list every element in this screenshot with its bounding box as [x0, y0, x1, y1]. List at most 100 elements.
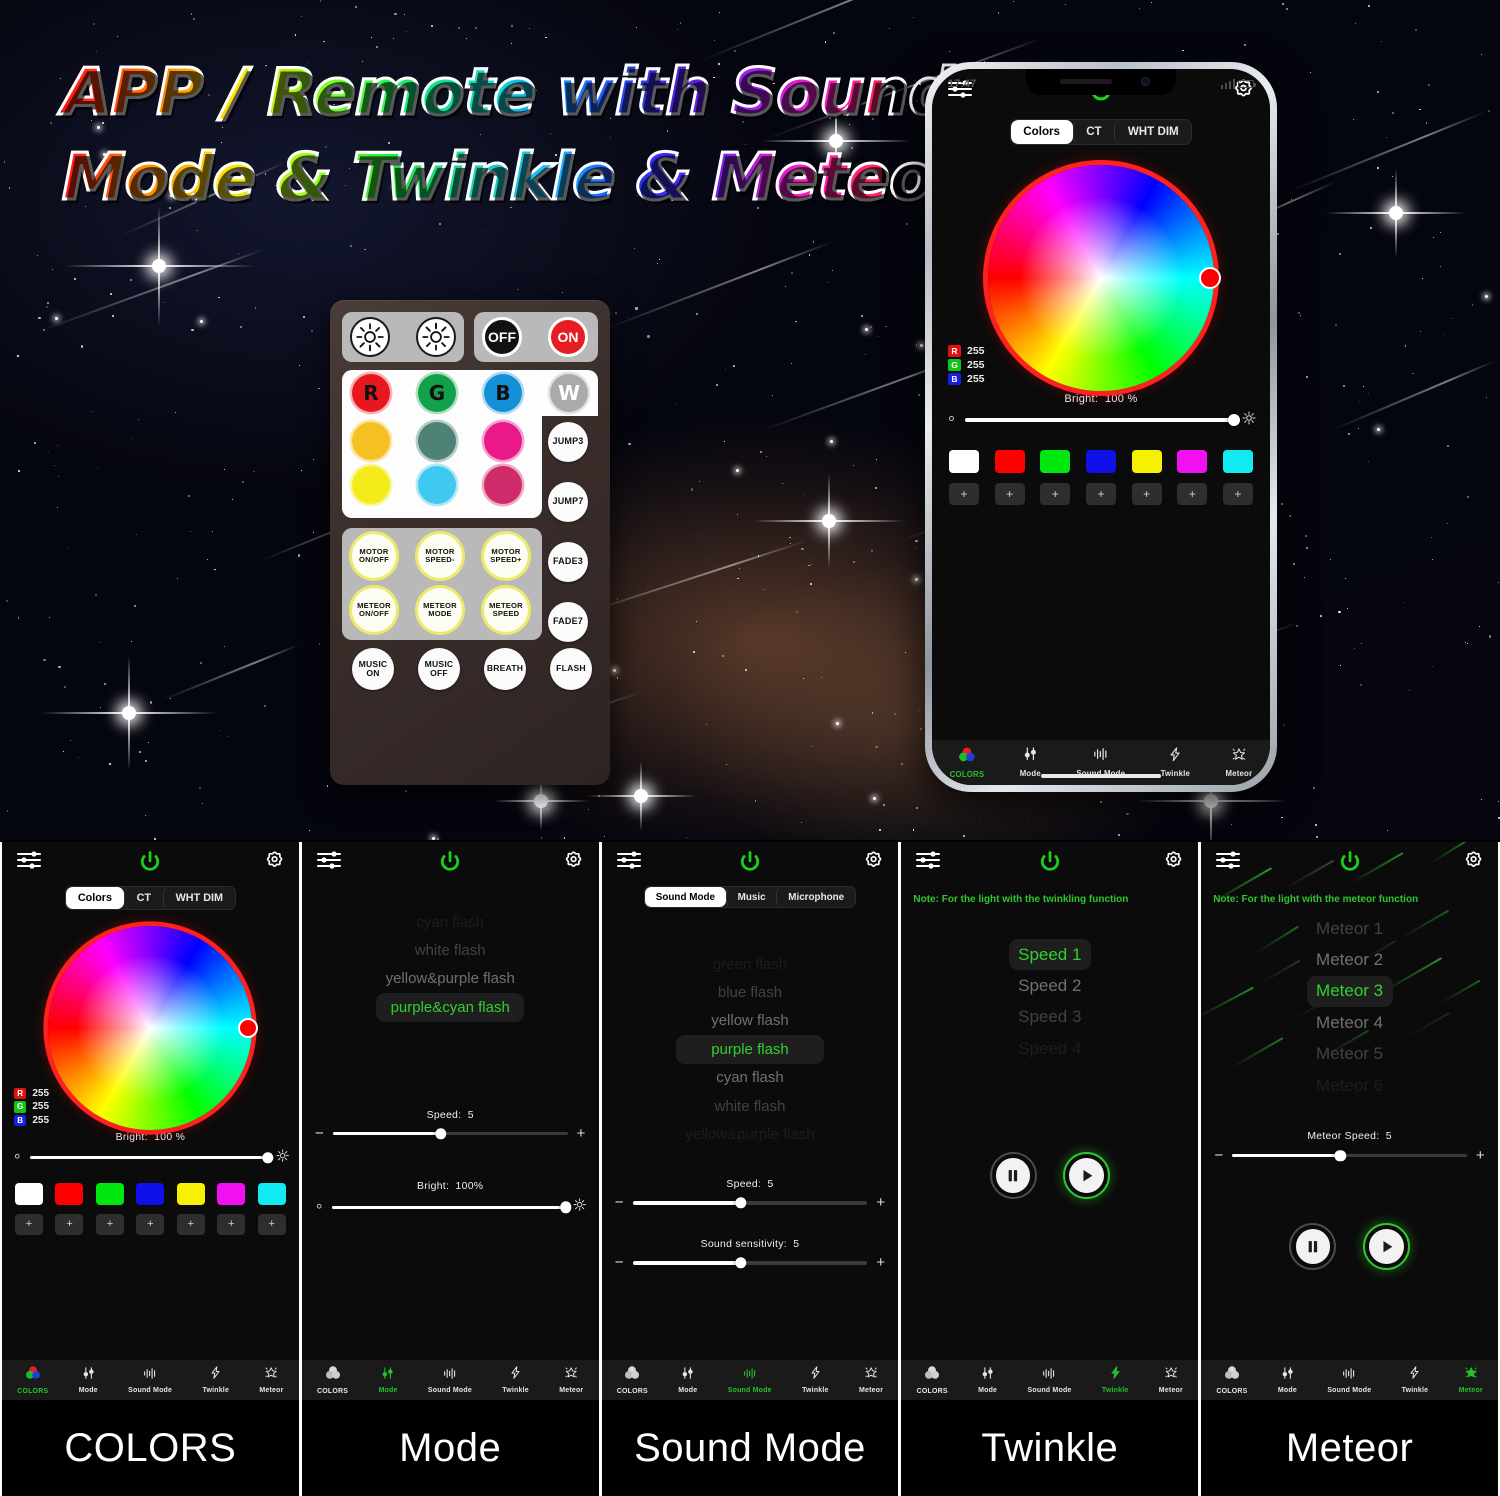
- add-color-button-0[interactable]: +: [15, 1214, 43, 1235]
- mode-item-2[interactable]: Speed 3: [1009, 1002, 1091, 1033]
- gear-icon[interactable]: [264, 849, 285, 875]
- mode-item-3[interactable]: Speed 4: [1009, 1033, 1091, 1064]
- mode-item-1[interactable]: blue flash: [708, 978, 791, 1006]
- side-button-fade7[interactable]: FADE7: [548, 602, 588, 642]
- nav-item-twinkle[interactable]: Twinkle: [1102, 1366, 1129, 1394]
- nav-item-mode[interactable]: Mode: [678, 1366, 697, 1394]
- nav-item-meteor[interactable]: Meteor: [1459, 1366, 1483, 1394]
- nav-item-twinkle[interactable]: Twinkle: [202, 1366, 229, 1394]
- off-button[interactable]: OFF: [482, 317, 522, 357]
- bright-track[interactable]: [30, 1152, 274, 1164]
- mode-item-6[interactable]: yellow&purple flash: [676, 1120, 824, 1148]
- nav-item-mode[interactable]: Mode: [1278, 1366, 1297, 1394]
- gear-icon[interactable]: [1163, 849, 1184, 875]
- minus-button[interactable]: −: [314, 1126, 325, 1141]
- fn-button-motor-speed-[interactable]: MOTOR SPEED-: [418, 534, 462, 578]
- nav-item-twinkle[interactable]: Twinkle: [1402, 1366, 1429, 1394]
- mode-item-5[interactable]: white flash: [705, 1092, 795, 1120]
- swatch-1[interactable]: [994, 449, 1025, 473]
- bright-knob[interactable]: [560, 1201, 572, 1213]
- play-button[interactable]: [1063, 1151, 1110, 1199]
- color-wheel-knob[interactable]: [1198, 266, 1221, 289]
- swatch-5[interactable]: [1177, 449, 1208, 473]
- color-button-r1c2[interactable]: [484, 466, 522, 504]
- sun-large-icon[interactable]: [1242, 411, 1256, 430]
- mode-item-1[interactable]: Speed 2: [1009, 970, 1091, 1001]
- minus-button[interactable]: −: [614, 1195, 625, 1210]
- home-indicator[interactable]: [1041, 774, 1161, 778]
- minus-button[interactable]: −: [1213, 1148, 1224, 1163]
- nav-item-colors[interactable]: COLORS: [917, 1365, 948, 1395]
- sound-sensitivity-slider[interactable]: − +: [614, 1255, 887, 1270]
- side-button-fade3[interactable]: FADE3: [548, 542, 588, 582]
- meteor-speed-slider[interactable]: − +: [1213, 1148, 1486, 1163]
- mode-item-2[interactable]: yellow&purple flash: [376, 965, 524, 993]
- tab-colors[interactable]: Colors: [66, 887, 124, 909]
- bright-track[interactable]: [331, 1201, 572, 1213]
- nav-item-sound-mode[interactable]: Sound Mode: [128, 1366, 172, 1394]
- mode-item-0[interactable]: green flash: [703, 950, 796, 978]
- nav-item-meteor[interactable]: Meteor: [1159, 1366, 1183, 1394]
- power-icon[interactable]: [737, 849, 763, 875]
- tab-colors[interactable]: Colors: [1010, 120, 1073, 144]
- sound-sensitivity-track[interactable]: [632, 1257, 868, 1269]
- power-icon[interactable]: [1337, 849, 1363, 875]
- swatch-2[interactable]: [95, 1182, 124, 1205]
- swatch-2[interactable]: [1040, 449, 1071, 473]
- speed-knob[interactable]: [734, 1197, 747, 1209]
- gear-icon[interactable]: [863, 849, 884, 875]
- bright-slider[interactable]: [314, 1198, 587, 1216]
- nav-item-mode[interactable]: Mode: [978, 1366, 997, 1394]
- add-color-button-5[interactable]: +: [217, 1214, 246, 1235]
- mode-item-2[interactable]: yellow flash: [702, 1007, 799, 1035]
- sound-sensitivity-knob[interactable]: [734, 1257, 747, 1269]
- swatch-3[interactable]: [136, 1182, 165, 1205]
- tab-sound-mode[interactable]: Sound Mode: [644, 887, 726, 907]
- on-button[interactable]: ON: [548, 317, 588, 357]
- add-color-button-1[interactable]: +: [994, 482, 1025, 506]
- tab-microphone[interactable]: Microphone: [776, 887, 855, 907]
- add-color-button-4[interactable]: +: [1131, 482, 1162, 506]
- add-color-button-4[interactable]: +: [176, 1214, 205, 1235]
- swatch-4[interactable]: [176, 1182, 205, 1205]
- swatch-1[interactable]: [55, 1182, 84, 1205]
- nav-item-colors[interactable]: COLORS: [1216, 1365, 1247, 1395]
- bottom-button-flash[interactable]: FLASH: [550, 648, 592, 690]
- sun-large-icon[interactable]: [275, 1149, 289, 1167]
- sun-small-icon[interactable]: [946, 411, 957, 429]
- nav-item-colors[interactable]: COLORS: [617, 1365, 648, 1395]
- mode-item-0[interactable]: Speed 1: [1008, 939, 1091, 971]
- add-color-button-3[interactable]: +: [136, 1214, 165, 1235]
- tab-ct[interactable]: CT: [1072, 120, 1115, 144]
- plus-button[interactable]: +: [575, 1126, 586, 1141]
- power-icon[interactable]: [437, 849, 463, 875]
- speed-slider[interactable]: − +: [614, 1195, 887, 1210]
- pause-button[interactable]: [1289, 1223, 1337, 1271]
- tab-wht-dim[interactable]: WHT DIM: [1114, 120, 1191, 144]
- nav-item-meteor[interactable]: Meteor: [559, 1366, 583, 1394]
- mode-item-5[interactable]: Meteor 6: [1307, 1070, 1393, 1101]
- nav-item-sound-mode[interactable]: Sound Mode: [728, 1366, 772, 1394]
- tab-ct[interactable]: CT: [123, 887, 163, 909]
- bottom-button-music-off[interactable]: MUSIC OFF: [418, 648, 460, 690]
- speed-track[interactable]: [332, 1128, 568, 1140]
- brightness-down-button[interactable]: [350, 317, 390, 357]
- fn-button-meteor-speed[interactable]: METEOR SPEED: [484, 588, 528, 632]
- mode-item-3[interactable]: purple&cyan flash: [376, 993, 525, 1022]
- sliders-icon[interactable]: [1215, 850, 1241, 875]
- nav-item-mode[interactable]: Mode: [378, 1366, 397, 1394]
- color-button-r0c2[interactable]: [484, 422, 522, 460]
- sliders-icon[interactable]: [316, 850, 342, 875]
- nav-item-mode[interactable]: Mode: [1020, 747, 1041, 778]
- brightness-up-button[interactable]: [416, 317, 456, 357]
- mode-item-0[interactable]: Meteor 1: [1307, 913, 1393, 944]
- bottom-button-music-on[interactable]: MUSIC ON: [352, 648, 394, 690]
- sun-large-icon[interactable]: [573, 1198, 587, 1216]
- swatch-5[interactable]: [217, 1182, 246, 1205]
- nav-item-twinkle[interactable]: Twinkle: [802, 1366, 829, 1394]
- bottom-button-breath[interactable]: BREATH: [484, 648, 526, 690]
- plus-button[interactable]: +: [875, 1255, 886, 1270]
- side-button-jump7[interactable]: JUMP7: [548, 482, 588, 522]
- add-color-button-1[interactable]: +: [55, 1214, 84, 1235]
- mode-item-3[interactable]: Meteor 4: [1307, 1007, 1393, 1038]
